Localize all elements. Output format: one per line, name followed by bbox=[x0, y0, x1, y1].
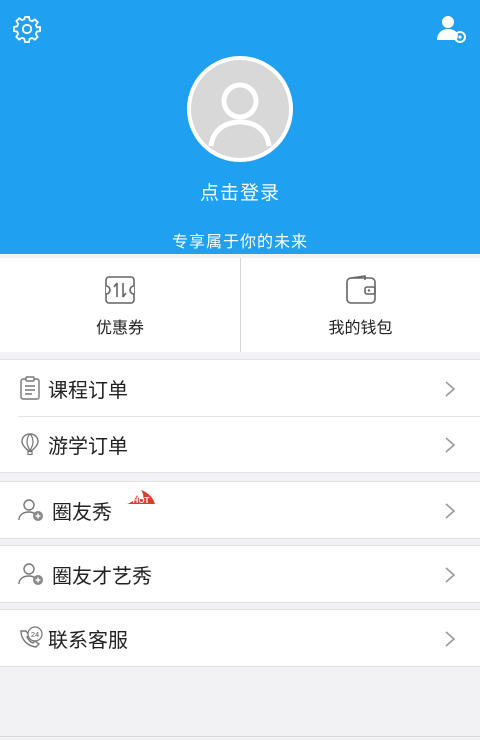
chevron-right-icon bbox=[445, 503, 456, 519]
wallet-icon bbox=[346, 275, 376, 304]
friends-talent-show-label: 圈友才艺秀 bbox=[52, 564, 152, 588]
orders-group: 课程订单 游学订单 bbox=[0, 359, 480, 473]
hot-badge: HOT bbox=[127, 490, 155, 505]
friends-talent-group: 圈友才艺秀 bbox=[0, 545, 480, 603]
friends-show-label: 圈友秀 bbox=[52, 500, 112, 524]
wallet-button[interactable]: 我的钱包 bbox=[240, 258, 480, 352]
coupon-label: 优惠券 bbox=[95, 318, 144, 337]
slogan-text: 专享属于你的未来 bbox=[171, 232, 308, 251]
bottom-divider bbox=[0, 736, 480, 737]
settings-gear-icon[interactable] bbox=[12, 14, 42, 44]
coupon-button[interactable]: 优惠券 bbox=[0, 258, 240, 352]
hot-air-balloon-icon bbox=[21, 433, 39, 456]
contact-service-row[interactable]: 24 联系客服 bbox=[0, 610, 480, 666]
contact-service-label: 联系客服 bbox=[48, 628, 128, 652]
chevron-right-icon bbox=[445, 381, 456, 397]
svg-text:24: 24 bbox=[31, 630, 39, 639]
user-add-icon bbox=[18, 499, 43, 521]
chevron-right-icon bbox=[445, 631, 456, 647]
service-24h-phone-icon: 24 bbox=[20, 626, 43, 648]
friends-talent-show-row[interactable]: 圈友才艺秀 bbox=[0, 546, 480, 602]
chevron-right-icon bbox=[445, 437, 456, 453]
friends-show-row[interactable]: 圈友秀 HOT bbox=[0, 482, 480, 538]
wallet-label: 我的钱包 bbox=[328, 318, 393, 337]
contact-group: 24 联系客服 bbox=[0, 609, 480, 667]
study-tour-orders-row[interactable]: 游学订单 bbox=[0, 416, 480, 472]
clipboard-icon bbox=[20, 376, 40, 400]
chevron-right-icon bbox=[445, 567, 456, 583]
default-user-icon bbox=[208, 82, 272, 147]
avatar[interactable] bbox=[187, 56, 293, 162]
study-tour-orders-label: 游学订单 bbox=[48, 434, 128, 458]
course-orders-label: 课程订单 bbox=[48, 378, 128, 402]
svg-text:HOT: HOT bbox=[133, 496, 150, 505]
course-orders-row[interactable]: 课程订单 bbox=[0, 360, 480, 416]
user-settings-icon[interactable] bbox=[436, 14, 468, 44]
login-link[interactable]: 点击登录 bbox=[0, 178, 480, 205]
quick-actions: 优惠券 我的钱包 bbox=[0, 258, 480, 352]
profile-header: 点击登录 专享属于你的未来 bbox=[0, 0, 480, 254]
user-add-icon bbox=[18, 563, 43, 585]
friends-show-group: 圈友秀 HOT bbox=[0, 481, 480, 539]
coupon-icon bbox=[105, 276, 135, 304]
